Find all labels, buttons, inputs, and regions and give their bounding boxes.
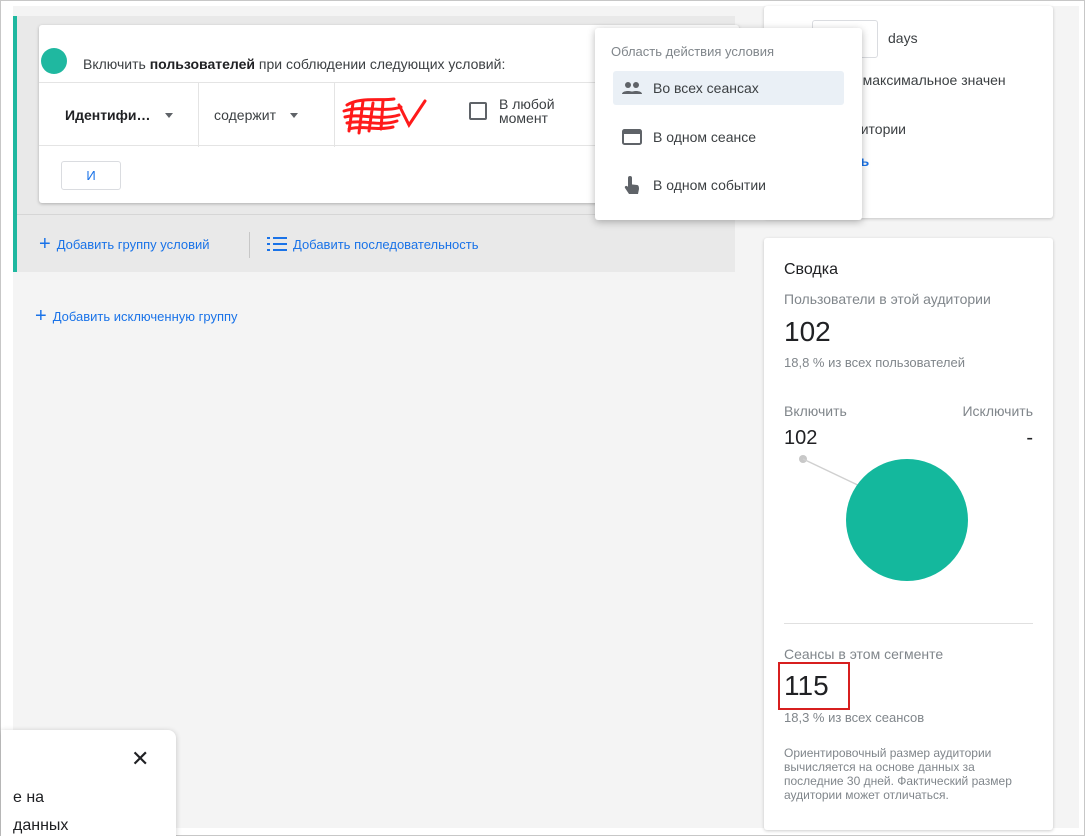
toast-line: данных bbox=[13, 817, 69, 834]
divider bbox=[249, 232, 250, 258]
redacted-value-scribble bbox=[342, 97, 427, 135]
and-button[interactable]: И bbox=[61, 161, 121, 190]
divider bbox=[784, 623, 1033, 624]
operator-label: содержит bbox=[214, 107, 276, 123]
sessions-label: Сеансы в этом сегменте bbox=[784, 646, 944, 662]
chevron-down-icon bbox=[289, 112, 298, 118]
condition-scope-menu: Область действия условия Во всех сеансах… bbox=[595, 28, 862, 220]
highlight-box bbox=[778, 662, 850, 710]
window-icon bbox=[621, 129, 643, 145]
summary-panel: Сводка Пользователи в этой аудитории 102… bbox=[764, 238, 1053, 830]
scope-item-label: В одном событии bbox=[653, 177, 766, 193]
scope-item-label: Во всех сеансах bbox=[653, 80, 759, 96]
add-sequence-label: Добавить последовательность bbox=[293, 236, 479, 252]
days-unit-label: days bbox=[888, 30, 918, 46]
toast-message: е на данных bbox=[13, 784, 68, 836]
include-target[interactable]: пользователей bbox=[150, 56, 255, 72]
window-frame: Включить пользователей при соблюдении сл… bbox=[0, 0, 1085, 836]
anytime-option[interactable]: В любой момент bbox=[469, 97, 579, 125]
toast-line: е на bbox=[13, 789, 45, 806]
notification-toast: ✕ е на данных bbox=[1, 730, 176, 836]
add-condition-group-button[interactable]: + Добавить группу условий bbox=[39, 234, 210, 254]
add-exclusion-group-button[interactable]: + Добавить исключенную группу bbox=[35, 306, 238, 326]
add-exclusion-label: Добавить исключенную группу bbox=[52, 308, 238, 324]
sequence-list-icon bbox=[267, 237, 287, 251]
scope-single-event[interactable]: В одном событии bbox=[613, 168, 844, 202]
anytime-checkbox[interactable] bbox=[469, 102, 487, 120]
chevron-down-icon bbox=[164, 112, 173, 118]
operator-select[interactable]: содержит bbox=[199, 83, 335, 147]
include-suffix: при соблюдении следующих условий: bbox=[254, 56, 506, 72]
include-pie-chart bbox=[846, 459, 968, 581]
dimension-label: Идентифи… bbox=[65, 107, 151, 123]
scope-menu-title: Область действия условия bbox=[611, 44, 775, 59]
add-sequence-button[interactable]: Добавить последовательность bbox=[267, 236, 479, 252]
sessions-percentage: 18,3 % из всех сеансов bbox=[784, 710, 925, 725]
close-icon[interactable]: ✕ bbox=[131, 746, 149, 772]
scope-single-session[interactable]: В одном сеансе bbox=[613, 120, 844, 154]
estimate-note: Ориентировочный размер аудитории вычисля… bbox=[784, 746, 1012, 802]
people-icon bbox=[621, 81, 643, 95]
touch-icon bbox=[621, 175, 643, 195]
scope-item-label: В одном сеансе bbox=[653, 129, 756, 145]
scope-all-sessions[interactable]: Во всех сеансах bbox=[613, 71, 844, 105]
include-prefix: Включить bbox=[83, 56, 150, 72]
add-group-label: Добавить группу условий bbox=[56, 236, 210, 252]
dimension-select[interactable]: Идентифи… bbox=[39, 83, 199, 147]
anytime-label: В любой момент bbox=[499, 96, 555, 126]
plus-icon: + bbox=[35, 305, 47, 327]
include-dot-icon bbox=[41, 48, 67, 74]
plus-icon: + bbox=[39, 233, 51, 255]
include-statement: Включить пользователей при соблюдении сл… bbox=[83, 56, 505, 72]
